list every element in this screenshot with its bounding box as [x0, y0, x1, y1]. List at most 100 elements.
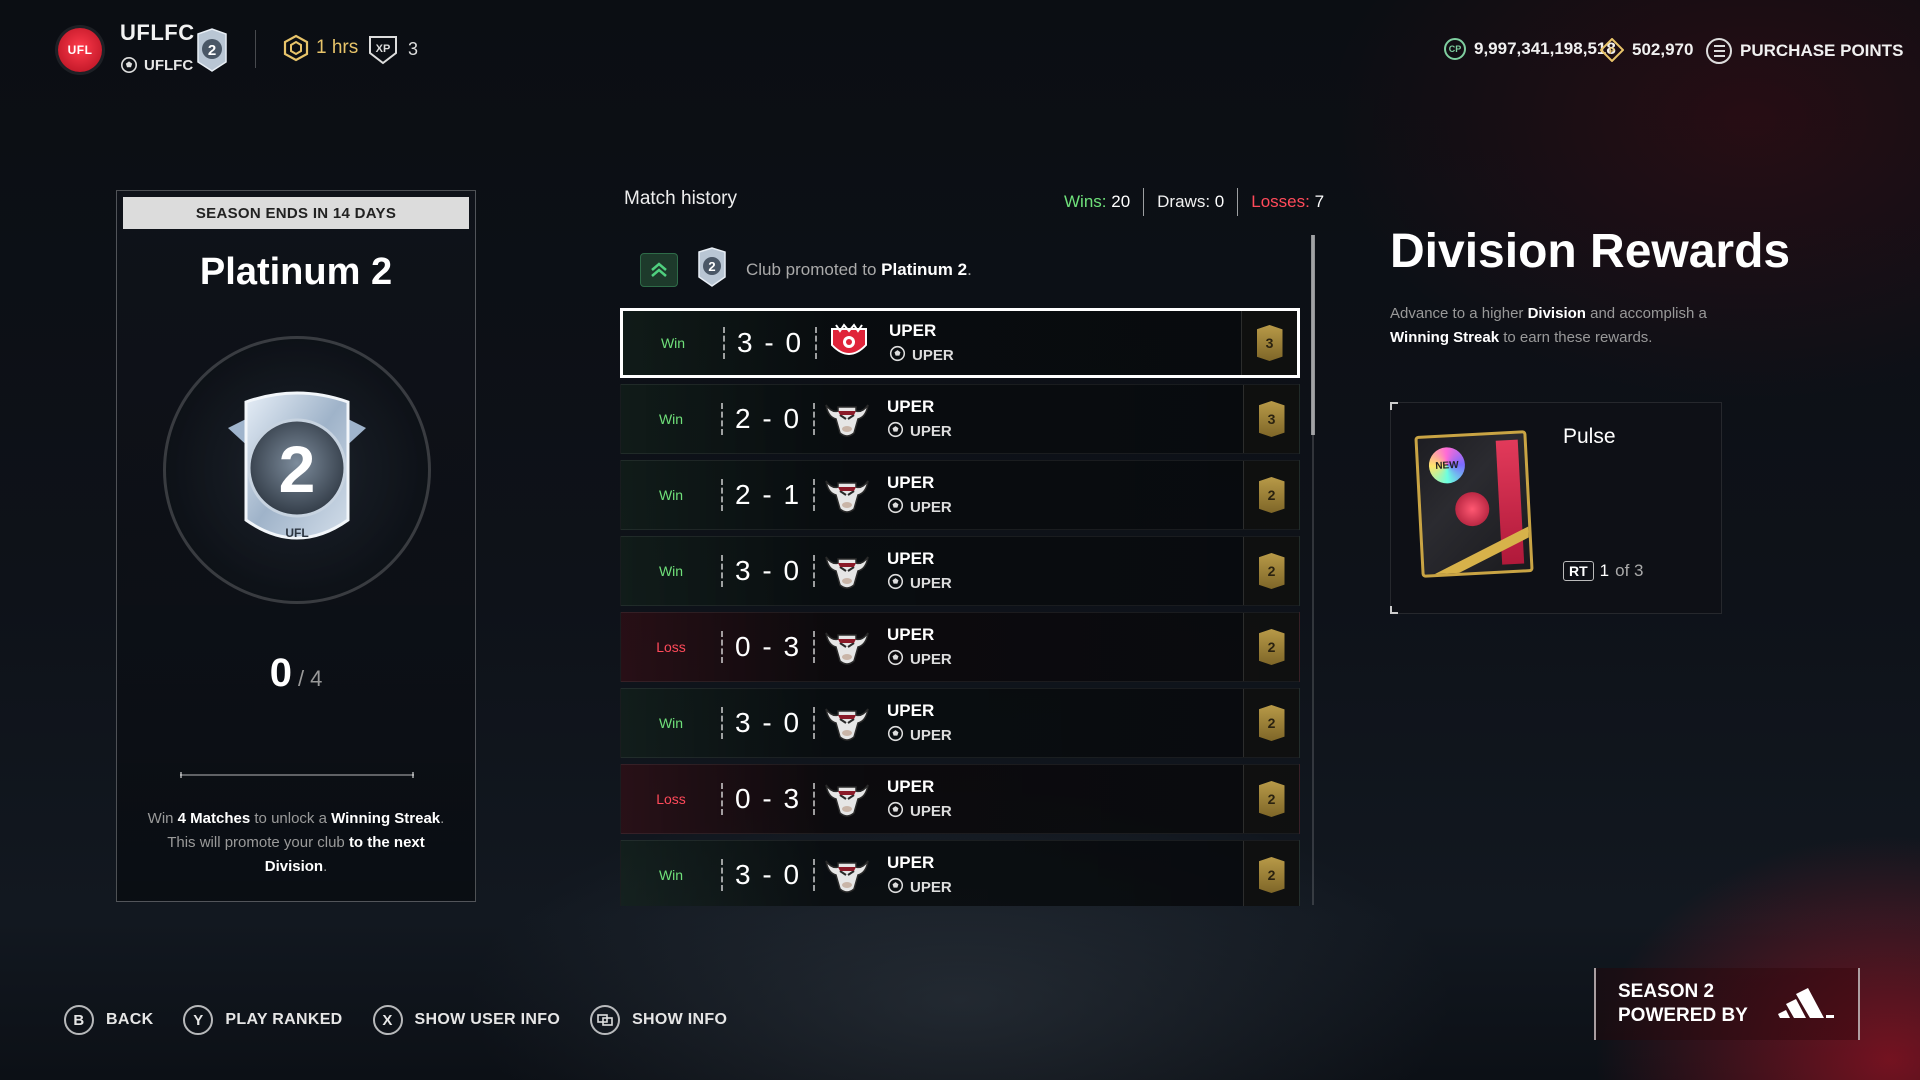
match-score: 3 - 0 — [734, 859, 802, 890]
tier-badge-icon: 2 — [1258, 477, 1285, 513]
opponent-tier: 2 — [1243, 689, 1299, 757]
purchase-points-button[interactable]: PURCHASE POINTS — [1706, 38, 1903, 64]
match-row[interactable]: Win 2 - 1 UPER UPER 2 — [620, 460, 1300, 530]
b-button-icon: B — [64, 1005, 94, 1035]
sponsor-line-2: POWERED BY — [1618, 1005, 1748, 1026]
opponent-crest-icon — [819, 551, 875, 591]
wins-label: Wins: — [1064, 192, 1107, 211]
football-icon — [889, 345, 906, 366]
svg-text:2: 2 — [708, 259, 715, 274]
back-button[interactable]: B BACK — [64, 1005, 153, 1035]
divider — [813, 707, 815, 739]
streak-description: Win 4 Matches to unlock a Winning Streak… — [147, 810, 445, 875]
opponent-tag-label: UPER — [910, 650, 952, 668]
opponent-crest-icon — [819, 399, 875, 439]
play-ranked-button[interactable]: Y PLAY RANKED — [183, 1005, 342, 1035]
match-result: Win — [658, 715, 684, 731]
reward-name: Pulse — [1563, 425, 1616, 448]
match-row[interactable]: Loss 0 - 3 UPER UPER 2 — [620, 764, 1300, 834]
tier-badge-icon: 3 — [1256, 325, 1283, 361]
promotion-notice: 2 Club promoted to Platinum 2. — [640, 247, 972, 292]
tier-badge-icon: 2 — [1258, 629, 1285, 665]
opponent-crest-icon — [819, 627, 875, 667]
match-result: Loss — [656, 791, 686, 807]
opponent-tag: UPER — [887, 877, 952, 898]
points-value: 502,970 — [1632, 40, 1694, 59]
show-user-info-button[interactable]: X SHOW USER INFO — [372, 1005, 561, 1035]
x-button-icon: X — [372, 1005, 403, 1035]
platinum-badge-icon: 2 UFL — [228, 391, 366, 540]
opponent-tag-label: UPER — [910, 726, 952, 744]
hours-played: 1 hrs — [282, 34, 358, 62]
badge-number: 2 — [279, 432, 316, 506]
opponent-crest-icon — [819, 475, 875, 515]
opponent-tier: 2 — [1243, 537, 1299, 605]
match-row[interactable]: Loss 0 - 3 UPER UPER 2 — [620, 612, 1300, 682]
opponent-crest-icon — [819, 703, 875, 743]
division-title: Platinum 2 — [199, 251, 393, 293]
opponent-name: UPER — [887, 472, 935, 492]
progress-current: 0 — [269, 651, 292, 695]
opponent-tag: UPER — [887, 725, 952, 746]
rank-level: 2 — [208, 42, 216, 59]
pack-image: NEW — [1414, 430, 1534, 578]
rewards-description: Advance to a higher Division and accompl… — [1390, 305, 1707, 346]
hours-label: 1 hrs — [316, 37, 359, 58]
show-user-info-label: SHOW USER INFO — [414, 1011, 561, 1028]
match-scrollbar-thumb[interactable] — [1311, 235, 1315, 435]
header-divider — [255, 30, 256, 68]
opponent-name: UPER — [887, 700, 935, 720]
draws-value: 0 — [1214, 192, 1225, 211]
wins-value: 20 — [1111, 192, 1131, 211]
match-record: Wins: 20 Draws: 0 Losses: 7 — [1064, 188, 1324, 216]
view-button-icon — [590, 1005, 621, 1035]
opponent-tag-label: UPER — [910, 802, 952, 820]
rt-button-icon[interactable]: RT — [1563, 561, 1594, 581]
opponent-tier: 2 — [1243, 461, 1299, 529]
opponent-tag-label: UPER — [910, 878, 952, 896]
show-info-button[interactable]: SHOW INFO — [590, 1005, 727, 1035]
opponent-tag: UPER — [887, 801, 952, 822]
match-score: 2 - 1 — [734, 479, 802, 510]
badge-logo-text: UFL — [285, 526, 308, 540]
opponent-crest-icon — [821, 323, 877, 363]
football-icon — [887, 573, 904, 594]
purchase-points-label: PURCHASE POINTS — [1740, 41, 1904, 60]
reward-card[interactable]: NEW Pulse RT 1 of 3 — [1390, 402, 1722, 614]
hexagon-time-icon — [283, 34, 309, 62]
match-score: 3 - 0 — [736, 327, 804, 358]
opponent-tier: 2 — [1243, 841, 1299, 906]
football-icon — [887, 497, 904, 518]
divider — [813, 403, 815, 435]
match-result: Win — [658, 867, 684, 883]
adidas-logo-icon — [1778, 982, 1836, 1027]
opponent-tag-label: UPER — [912, 346, 954, 364]
opponent-name: UPER — [889, 320, 937, 340]
match-score: 3 - 0 — [734, 707, 802, 738]
match-row[interactable]: Win 3 - 0 UPER UPER 2 — [620, 840, 1300, 906]
match-row[interactable]: Win 3 - 0 UPER UPER 2 — [620, 688, 1300, 758]
match-row[interactable]: Win 2 - 0 UPER UPER 3 — [620, 384, 1300, 454]
tier-badge-icon: 2 — [1258, 781, 1285, 817]
club-tag-label: UFLFC — [144, 56, 194, 74]
promotion-chevron-icon — [640, 252, 678, 287]
tier-badge-icon: 2 — [1258, 553, 1285, 589]
points-balance: P 502,970 — [1600, 38, 1693, 62]
play-ranked-label: PLAY RANKED — [225, 1011, 343, 1028]
club-name: UFLFC — [120, 20, 195, 45]
match-result: Loss — [656, 639, 686, 655]
y-button-icon: Y — [183, 1005, 214, 1035]
match-row[interactable]: Win 3 - 0 UPER UPER 3 — [620, 308, 1300, 378]
reward-count: RT 1 of 3 — [1563, 561, 1644, 581]
opponent-crest-icon — [819, 855, 875, 895]
promotion-text: Club promoted to Platinum 2. — [746, 259, 972, 279]
new-badge: NEW — [1428, 446, 1466, 485]
diamond-points-icon: P — [1600, 38, 1624, 62]
divider — [813, 479, 815, 511]
season-ends-banner: SEASON ENDS IN 14 DAYS — [123, 197, 469, 229]
football-icon — [887, 801, 904, 822]
match-row[interactable]: Win 3 - 0 UPER UPER 2 — [620, 536, 1300, 606]
match-result: Win — [658, 563, 684, 579]
rewards-title: Division Rewards — [1390, 225, 1791, 278]
streak-progress: 0/4 — [117, 651, 475, 696]
